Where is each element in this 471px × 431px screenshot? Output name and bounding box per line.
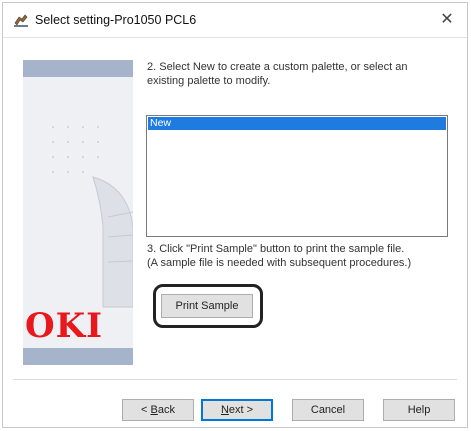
help-button[interactable]: Help	[383, 399, 455, 421]
step3-line2: (A sample file is needed with subsequent…	[147, 257, 412, 269]
back-button-accelerator: B	[150, 404, 158, 416]
side-banner: OKI	[23, 60, 133, 365]
print-sample-button[interactable]: Print Sample	[161, 294, 253, 318]
dialog-body: OKI 2. Select New to create a custom pal…	[3, 38, 467, 427]
next-button-accelerator: N	[220, 404, 229, 416]
divider	[13, 379, 457, 380]
step3-line1: 3. Click "Print Sample" button to print …	[147, 243, 405, 255]
dialog-window: Select setting-Pro1050 PCL6 ✕ OKI 2. Sel…	[2, 2, 468, 428]
banner-bottom-band	[23, 348, 133, 365]
back-button-label: ack	[157, 404, 175, 416]
title-bar: Select setting-Pro1050 PCL6 ✕	[3, 3, 467, 38]
next-button[interactable]: Next >	[201, 399, 273, 421]
palette-listbox[interactable]: New	[146, 115, 448, 237]
banner-top-band	[23, 60, 133, 77]
close-icon[interactable]: ✕	[435, 9, 459, 31]
window-title: Select setting-Pro1050 PCL6	[35, 13, 197, 27]
next-button-label: ext >	[228, 404, 254, 416]
step3-instruction: 3. Click "Print Sample" button to print …	[147, 242, 447, 270]
back-button[interactable]: < Back	[122, 399, 194, 421]
step2-instruction: 2. Select New to create a custom palette…	[147, 61, 408, 87]
cancel-button[interactable]: Cancel	[292, 399, 364, 421]
list-item[interactable]: New	[148, 117, 446, 130]
oki-logo: OKI	[25, 306, 104, 346]
printer-settings-icon	[14, 14, 28, 27]
back-button-prefix: <	[141, 404, 151, 416]
